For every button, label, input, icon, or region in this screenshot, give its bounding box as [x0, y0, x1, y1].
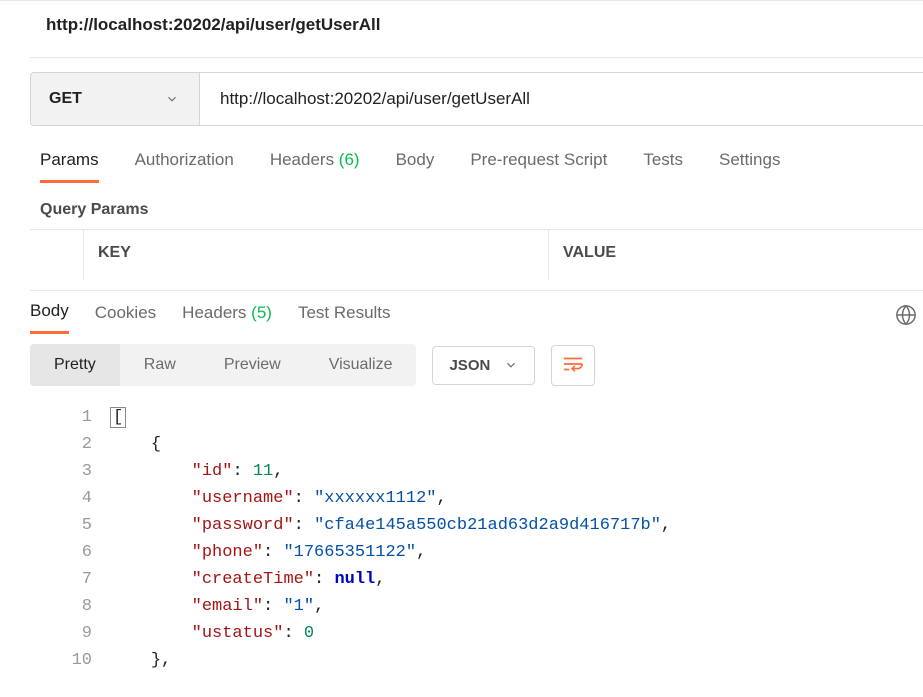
response-tabs: Body Cookies Headers (5) Test Results	[30, 301, 923, 334]
request-tabs: Params Authorization Headers (6) Body Pre-re…	[30, 150, 923, 183]
code-line: "createTime": null,	[110, 566, 923, 593]
response-tab-test-results[interactable]: Test Results	[298, 303, 391, 333]
line-gutter: 12345678910	[30, 404, 110, 674]
code-line: },	[110, 647, 923, 674]
response-body-viewer[interactable]: 12345678910 [ { "id": 11, "username": "x…	[30, 404, 923, 674]
chevron-down-icon	[504, 358, 518, 372]
params-key-header: KEY	[84, 230, 549, 280]
line-number: 4	[30, 485, 92, 512]
view-mode-tabs: PrettyRawPreviewVisualize	[30, 344, 416, 386]
code-line: "email": "1",	[110, 593, 923, 620]
tab-authorization[interactable]: Authorization	[135, 150, 234, 183]
code-content: [ { "id": 11, "username": "xxxxxx1112", …	[110, 404, 923, 674]
code-line: {	[110, 431, 923, 458]
tab-pre-request-script[interactable]: Pre-request Script	[470, 150, 607, 183]
globe-icon[interactable]	[895, 304, 917, 331]
tab-settings[interactable]: Settings	[719, 150, 780, 183]
line-number: 9	[30, 620, 92, 647]
query-params-header: Query Params	[30, 195, 923, 229]
tab-count: (5)	[246, 303, 272, 322]
params-table: KEY VALUE	[30, 229, 923, 280]
tab-pretty[interactable]: Pretty	[30, 344, 120, 386]
tab-params[interactable]: Params	[40, 150, 99, 183]
line-number: 2	[30, 431, 92, 458]
tab-raw[interactable]: Raw	[120, 344, 200, 386]
params-value-header: VALUE	[549, 230, 923, 280]
line-number: 6	[30, 539, 92, 566]
line-number: 10	[30, 647, 92, 674]
code-line: "ustatus": 0	[110, 620, 923, 647]
url-input[interactable]	[200, 73, 923, 125]
code-line: [	[110, 404, 923, 431]
response-tab-headers[interactable]: Headers (5)	[182, 303, 272, 333]
wrap-lines-button[interactable]	[551, 345, 595, 386]
format-select[interactable]: JSON	[432, 346, 535, 385]
tab-preview[interactable]: Preview	[200, 344, 305, 386]
tab-visualize[interactable]: Visualize	[305, 344, 417, 386]
tab-tests[interactable]: Tests	[643, 150, 683, 183]
params-table-gutter	[30, 230, 84, 280]
line-number: 7	[30, 566, 92, 593]
line-number: 5	[30, 512, 92, 539]
method-label: GET	[49, 90, 82, 108]
chevron-down-icon	[165, 92, 179, 106]
tab-body[interactable]: Body	[396, 150, 435, 183]
line-number: 1	[30, 404, 92, 431]
line-number: 8	[30, 593, 92, 620]
response-tab-cookies[interactable]: Cookies	[95, 303, 156, 333]
code-line: "username": "xxxxxx1112",	[110, 485, 923, 512]
tab-count: (6)	[334, 150, 360, 169]
code-line: "phone": "17665351122",	[110, 539, 923, 566]
response-tab-body[interactable]: Body	[30, 301, 69, 334]
code-line: "id": 11,	[110, 458, 923, 485]
format-select-label: JSON	[449, 357, 490, 374]
request-bar: GET	[30, 72, 923, 126]
view-bar: PrettyRawPreviewVisualize JSON	[30, 344, 923, 386]
line-number: 3	[30, 458, 92, 485]
request-title: http://localhost:20202/api/user/getUserA…	[0, 1, 923, 57]
method-select[interactable]: GET	[31, 73, 200, 125]
tab-headers[interactable]: Headers (6)	[270, 150, 360, 183]
code-line: "password": "cfa4e145a550cb21ad63d2a9d41…	[110, 512, 923, 539]
